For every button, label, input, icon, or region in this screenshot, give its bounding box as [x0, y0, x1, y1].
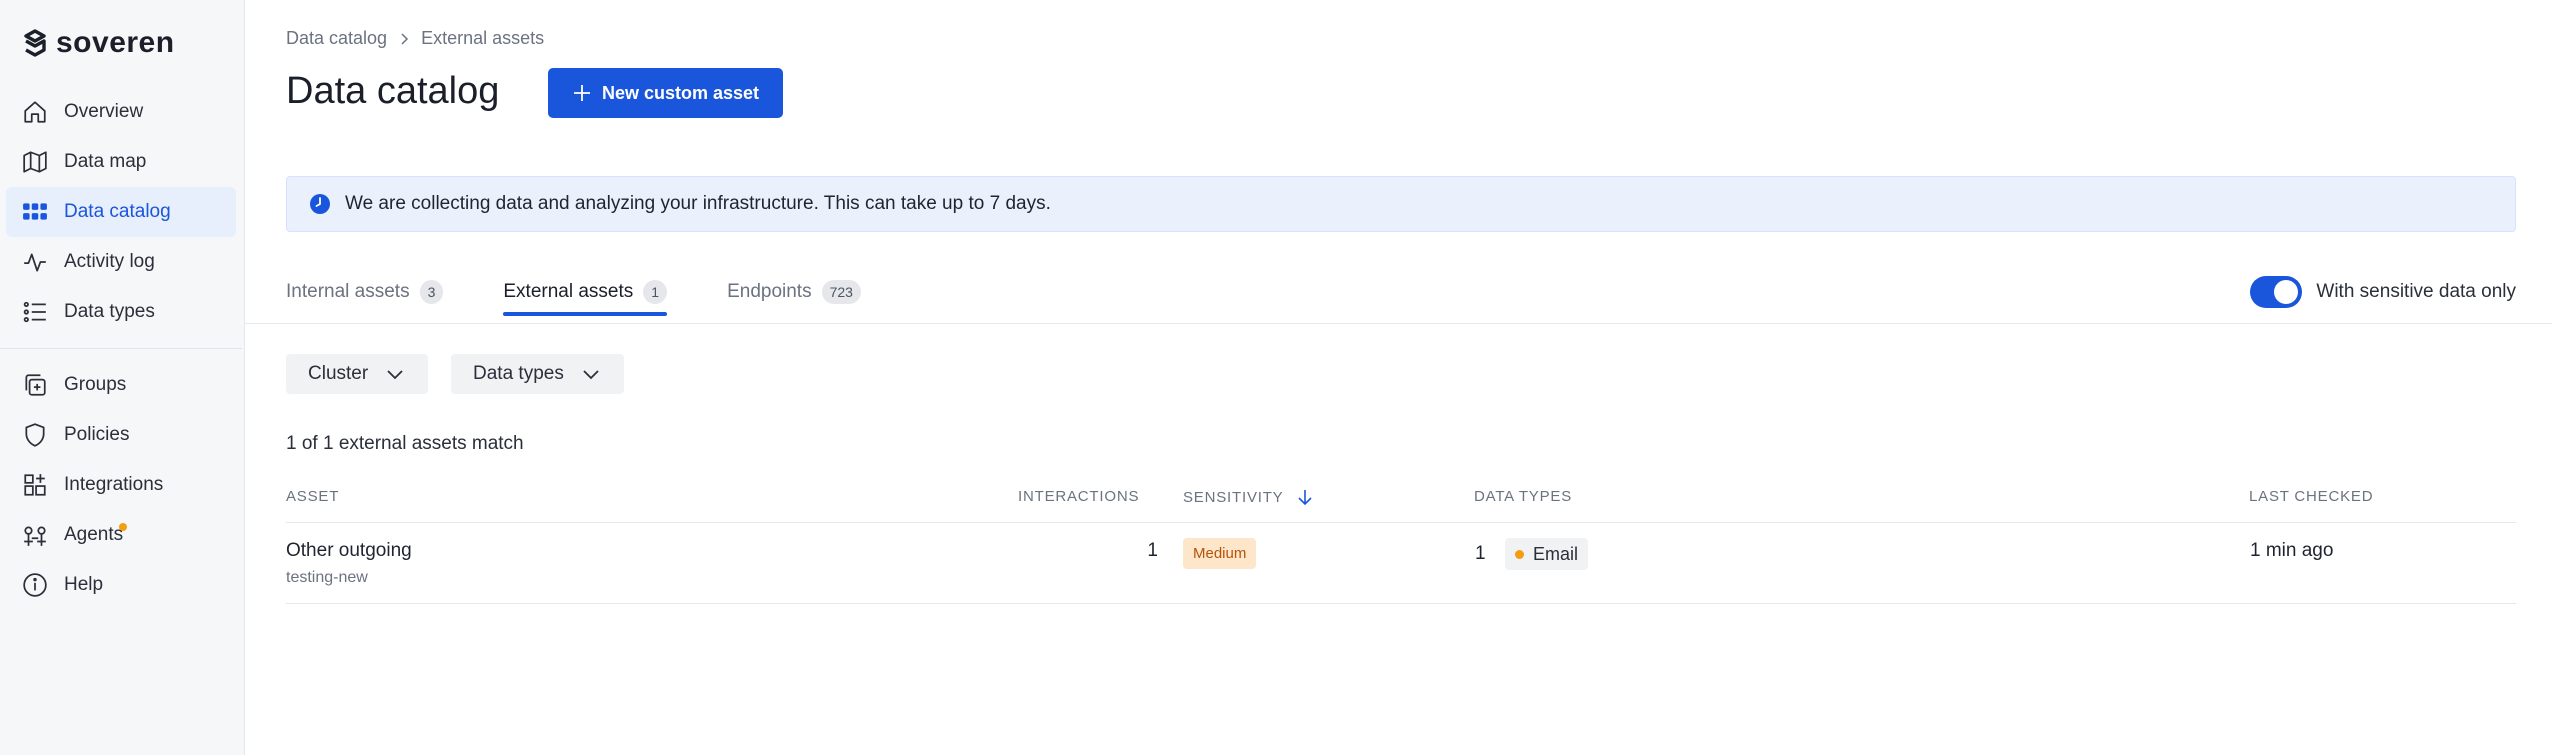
tab-label: Internal assets	[286, 281, 410, 302]
breadcrumb-root-link[interactable]: Data catalog	[286, 28, 387, 49]
column-header-sensitivity[interactable]: Sensitivity	[1183, 488, 1314, 506]
sidebar-item-label: Integrations	[64, 474, 164, 495]
sidebar-item-label: Overview	[64, 101, 144, 122]
sidebar-item-label: Data map	[64, 151, 147, 172]
grid-icon	[23, 203, 47, 220]
logo-text: soveren	[56, 26, 175, 59]
agents-notification-dot	[119, 523, 127, 531]
results-count: 1 of 1 external assets match	[286, 433, 524, 454]
tabs-divider	[245, 323, 2552, 324]
tab-count-badge: 1	[643, 280, 668, 304]
tab-label: External assets	[503, 281, 634, 302]
activity-icon	[24, 253, 46, 272]
tab-external-assets[interactable]: External assets 1	[503, 270, 668, 316]
sidebar-nav: Overview Data map Data catalog Activity …	[0, 87, 242, 610]
asset-name[interactable]: Other outgoing	[286, 540, 412, 562]
sensitive-data-toggle-group: With sensitive data only	[2250, 276, 2516, 308]
sidebar-item-policies[interactable]: Policies	[6, 410, 236, 460]
data-type-label: Email	[1533, 543, 1579, 564]
chevron-right-icon	[401, 32, 409, 45]
column-header-last-checked[interactable]: Last checked	[2249, 488, 2373, 505]
page-title: Data catalog	[286, 70, 500, 112]
data-types-count: 1	[1475, 543, 1486, 564]
sort-arrow-down-icon	[1297, 490, 1312, 506]
agents-icon	[24, 526, 46, 546]
sidebar-item-label: Activity log	[64, 251, 155, 272]
sidebar-item-help[interactable]: Help	[6, 560, 236, 610]
data-type-chip: Email	[1505, 538, 1589, 570]
data-types-filter-dropdown[interactable]: Data types	[451, 354, 624, 394]
info-banner: We are collecting data and analyzing you…	[286, 176, 2516, 232]
sidebar-item-data-map[interactable]: Data map	[6, 137, 236, 187]
interactions-count: 1	[1147, 540, 1158, 561]
sidebar-item-label: Groups	[64, 374, 127, 395]
breadcrumb-current: External assets	[421, 28, 545, 48]
chevron-down-icon	[583, 370, 599, 380]
sidebar-item-label: Agents	[64, 524, 124, 545]
sensitive-data-toggle[interactable]	[2250, 276, 2303, 308]
sidebar-item-data-types[interactable]: Data types	[6, 287, 236, 337]
data-type-sensitivity-dot	[1515, 549, 1524, 559]
list-icon	[23, 301, 46, 323]
column-header-interactions[interactable]: Interactions	[1018, 488, 1139, 505]
column-header-label: Last checked	[2249, 488, 2374, 505]
column-header-label: Interactions	[1018, 488, 1140, 505]
shield-icon	[25, 423, 45, 447]
column-header-asset[interactable]: Asset	[286, 488, 339, 505]
cluster-filter-label: Cluster	[308, 363, 369, 384]
chevron-down-icon	[387, 370, 403, 380]
column-header-label: Data types	[1474, 488, 1573, 505]
column-header-label: Asset	[286, 488, 340, 505]
sensitivity-badge: Medium	[1183, 538, 1257, 569]
sensitivity-label: Medium	[1193, 545, 1247, 562]
map-icon	[23, 151, 47, 173]
sensitive-data-toggle-label: With sensitive data only	[2316, 281, 2516, 302]
sidebar-item-agents[interactable]: Agents	[6, 510, 236, 560]
sidebar-item-data-catalog[interactable]: Data catalog	[6, 187, 236, 237]
sidebar: soveren Overview Data map Data catalog A…	[0, 0, 245, 755]
tab-label: Endpoints	[727, 281, 812, 302]
sidebar-item-integrations[interactable]: Integrations	[6, 460, 236, 510]
sidebar-divider	[0, 348, 242, 349]
tab-endpoints[interactable]: Endpoints 723	[727, 270, 861, 314]
tab-count-badge: 723	[821, 280, 861, 304]
data-types-filter-label: Data types	[473, 363, 564, 384]
tab-count-badge: 3	[419, 280, 444, 304]
sidebar-item-overview[interactable]: Overview	[6, 87, 236, 137]
clock-icon	[310, 194, 330, 214]
breadcrumb: Data catalog External assets	[286, 28, 544, 49]
last-checked: 1 min ago	[2250, 540, 2334, 561]
tab-internal-assets[interactable]: Internal assets 3	[286, 270, 444, 314]
banner-text: We are collecting data and analyzing you…	[345, 193, 1051, 214]
logo[interactable]: soveren	[22, 26, 175, 60]
plus-icon	[573, 85, 590, 101]
groups-icon	[25, 374, 46, 396]
column-header-label: Sensitivity	[1183, 488, 1284, 506]
main-content: Data catalog External assets Data catalo…	[245, 0, 2552, 755]
sidebar-item-label: Policies	[64, 424, 130, 445]
new-custom-asset-button[interactable]: New custom asset	[548, 68, 783, 118]
integrations-icon	[24, 474, 46, 496]
info-icon	[23, 573, 47, 597]
table-header-divider	[286, 522, 2516, 523]
sidebar-item-activity-log[interactable]: Activity log	[6, 237, 236, 287]
home-icon	[24, 101, 46, 123]
asset-tabs: Internal assets 3 External assets 1 Endp…	[286, 270, 921, 316]
sidebar-item-groups[interactable]: Groups	[6, 360, 236, 410]
sidebar-item-label: Data types	[64, 301, 155, 322]
sidebar-item-label: Help	[64, 574, 104, 595]
new-custom-asset-label: New custom asset	[601, 82, 760, 103]
table-row-divider	[286, 603, 2516, 604]
sidebar-item-label: Data catalog	[64, 201, 171, 222]
column-header-data-types[interactable]: Data types	[1474, 488, 1572, 505]
asset-cluster: testing-new	[286, 569, 368, 586]
soveren-logo-icon	[24, 29, 46, 57]
cluster-filter-dropdown[interactable]: Cluster	[286, 354, 429, 394]
